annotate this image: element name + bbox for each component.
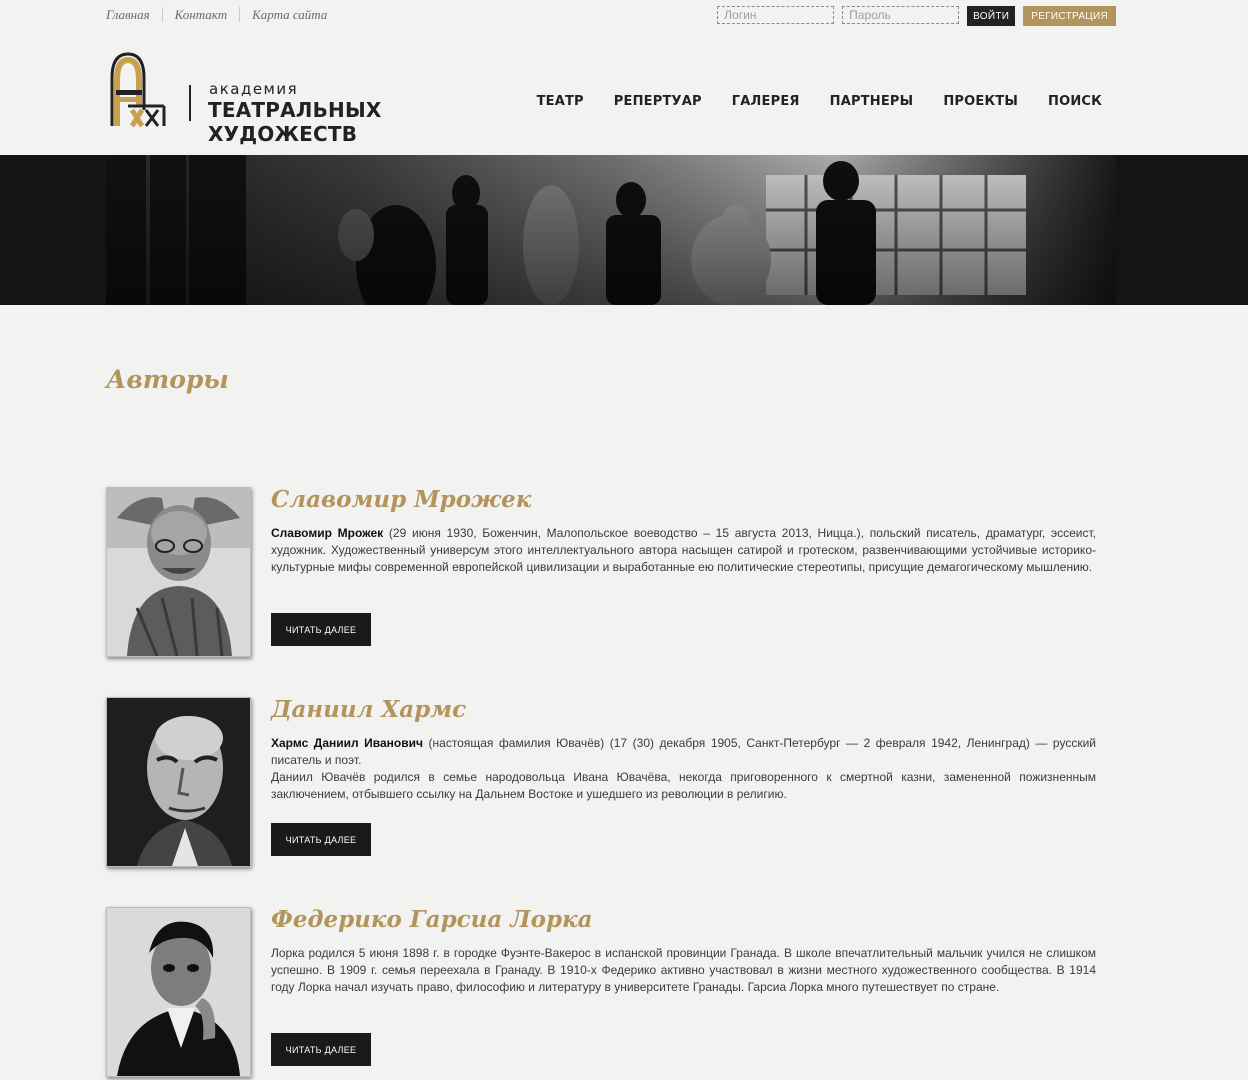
author-photo[interactable]: [106, 697, 251, 867]
logo-text-small: академия: [209, 80, 299, 98]
login-form: ВОЙТИ РЕГИСТРАЦИЯ: [717, 6, 1116, 26]
main-nav: ТЕАТР РЕПЕРТУАР ГАЛЕРЕЯ ПАРТНЕРЫ ПРОЕКТЫ…: [537, 94, 1102, 109]
stage-photo: [106, 155, 1116, 305]
portrait-image: [107, 488, 250, 656]
logo-divider: [189, 85, 191, 121]
password-input[interactable]: [842, 6, 960, 24]
portrait-image: [107, 908, 250, 1076]
read-more-button[interactable]: ЧИТАТЬ ДАЛЕЕ: [271, 823, 371, 856]
author-bio: Лорка родился 5 июня 1898 г. в городке Ф…: [271, 945, 1096, 996]
author-bio-text: (29 июня 1930, Боженчин, Малопольское во…: [271, 526, 1096, 574]
nav-theatre[interactable]: ТЕАТР: [537, 94, 584, 109]
login-button[interactable]: ВОЙТИ: [967, 6, 1016, 26]
read-more-button[interactable]: ЧИТАТЬ ДАЛЕЕ: [271, 1033, 371, 1066]
nav-repertoire[interactable]: РЕПЕРТУАР: [614, 94, 702, 109]
author-bio-text: Лорка родился 5 июня 1898 г. в городке Ф…: [271, 946, 1096, 994]
register-button[interactable]: РЕГИСТРАЦИЯ: [1023, 6, 1116, 26]
author-photo[interactable]: [106, 487, 251, 657]
author-entry: Федерико Гарсиа Лорка Лорка родился 5 ию…: [106, 907, 1098, 1079]
toplink-contact[interactable]: Контакт: [161, 7, 239, 22]
nav-search[interactable]: ПОИСК: [1048, 94, 1102, 109]
author-entry: Даниил Хармс Хармс Даниил Иванович (наст…: [106, 697, 1098, 869]
top-bar: Главная Контакт Карта сайта ВОЙТИ РЕГИСТ…: [106, 0, 1116, 32]
utility-nav: Главная Контакт Карта сайта: [106, 7, 339, 22]
nav-projects[interactable]: ПРОЕКТЫ: [943, 94, 1018, 109]
author-name[interactable]: Даниил Хармс: [271, 697, 1096, 723]
author-bio-text-2: Даниил Ювачёв родился в семье народоволь…: [271, 770, 1096, 801]
author-info: Даниил Хармс Хармс Даниил Иванович (наст…: [271, 697, 1096, 803]
page-title: Авторы: [106, 365, 229, 394]
author-info: Славомир Мрожек Славомир Мрожек (29 июня…: [271, 487, 1096, 576]
author-bio: Хармс Даниил Иванович (настоящая фамилия…: [271, 735, 1096, 803]
logo-chair-icon: [110, 52, 166, 128]
site-header: академия ТЕАТРАЛЬНЫХ ХУДОЖЕСТВ ТЕАТР РЕП…: [106, 44, 1116, 146]
banner-image: [106, 155, 1116, 305]
author-entry: Славомир Мрожек Славомир Мрожек (29 июня…: [106, 487, 1098, 659]
toplink-sitemap[interactable]: Карта сайта: [239, 7, 339, 22]
site-logo[interactable]: академия ТЕАТРАЛЬНЫХ ХУДОЖЕСТВ: [106, 50, 486, 146]
author-bio-bold: Хармс Даниил Иванович: [271, 736, 423, 750]
logo-text-big: ТЕАТРАЛЬНЫХ ХУДОЖЕСТВ: [208, 98, 382, 146]
login-input[interactable]: [717, 6, 835, 24]
author-bio: Славомир Мрожек (29 июня 1930, Боженчин,…: [271, 525, 1096, 576]
author-info: Федерико Гарсиа Лорка Лорка родился 5 ию…: [271, 907, 1096, 996]
nav-gallery[interactable]: ГАЛЕРЕЯ: [732, 94, 800, 109]
author-name[interactable]: Федерико Гарсиа Лорка: [271, 907, 1096, 933]
read-more-button[interactable]: ЧИТАТЬ ДАЛЕЕ: [271, 613, 371, 646]
toplink-home[interactable]: Главная: [106, 7, 162, 22]
author-bio-bold: Славомир Мрожек: [271, 526, 384, 540]
author-name[interactable]: Славомир Мрожек: [271, 487, 1096, 513]
portrait-image: [107, 698, 250, 866]
nav-partners[interactable]: ПАРТНЕРЫ: [830, 94, 914, 109]
author-photo[interactable]: [106, 907, 251, 1077]
